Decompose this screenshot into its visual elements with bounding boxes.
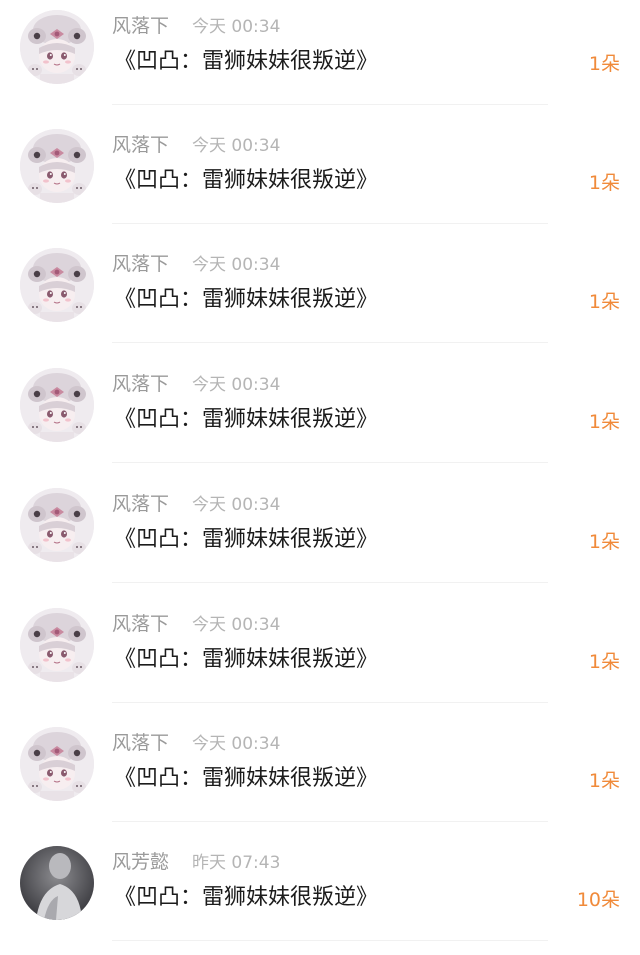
row-divider xyxy=(112,821,548,822)
book-title-link[interactable]: 《凹凸：雷狮妹妹很叛逆》 xyxy=(114,883,378,913)
comment-row[interactable]: 风落下 今天 00:34 《凹凸：雷狮妹妹很叛逆》 1朵 xyxy=(0,598,640,717)
avatar[interactable] xyxy=(20,129,94,203)
timestamp: 今天 00:34 xyxy=(192,375,281,395)
row-divider xyxy=(112,223,548,224)
book-title-link[interactable]: 《凹凸：雷狮妹妹很叛逆》 xyxy=(114,405,378,435)
flower-count: 1朵 xyxy=(588,651,620,673)
comment-row[interactable]: 风芳懿 昨天 07:43 《凹凸：雷狮妹妹很叛逆》 10朵 xyxy=(0,836,640,955)
username[interactable]: 风芳懿 xyxy=(112,850,169,874)
book-title-link[interactable]: 《凹凸：雷狮妹妹很叛逆》 xyxy=(114,645,378,675)
timestamp: 今天 00:34 xyxy=(192,495,281,515)
username[interactable]: 风落下 xyxy=(112,731,169,755)
book-title-link[interactable]: 《凹凸：雷狮妹妹很叛逆》 xyxy=(114,285,378,315)
comment-row[interactable]: 风落下 今天 00:34 《凹凸：雷狮妹妹很叛逆》 1朵 xyxy=(0,717,640,836)
timestamp: 今天 00:34 xyxy=(192,17,281,37)
comment-list: 风落下 今天 00:34 《凹凸：雷狮妹妹很叛逆》 1朵 风落下 今天 00:34 《凹凸：… xyxy=(0,0,640,941)
row-divider xyxy=(112,104,548,105)
flower-count: 1朵 xyxy=(588,291,620,313)
dark-photo-avatar-icon xyxy=(20,846,94,920)
anime-girl-avatar-icon xyxy=(20,488,94,562)
flower-count: 1朵 xyxy=(588,172,620,194)
anime-girl-avatar-icon xyxy=(20,129,94,203)
username[interactable]: 风落下 xyxy=(112,492,169,516)
avatar[interactable] xyxy=(20,368,94,442)
flower-count: 1朵 xyxy=(588,411,620,433)
book-title-link[interactable]: 《凹凸：雷狮妹妹很叛逆》 xyxy=(114,525,378,555)
anime-girl-avatar-icon xyxy=(20,368,94,442)
avatar[interactable] xyxy=(20,727,94,801)
anime-girl-avatar-icon xyxy=(20,727,94,801)
timestamp: 今天 00:34 xyxy=(192,255,281,275)
row-divider xyxy=(112,342,548,343)
comment-row[interactable]: 风落下 今天 00:34 《凹凸：雷狮妹妹很叛逆》 1朵 xyxy=(0,478,640,597)
flower-count: 1朵 xyxy=(588,770,620,792)
avatar[interactable] xyxy=(20,10,94,84)
comment-row[interactable]: 风落下 今天 00:34 《凹凸：雷狮妹妹很叛逆》 1朵 xyxy=(0,238,640,357)
flower-count: 1朵 xyxy=(588,53,620,75)
avatar[interactable] xyxy=(20,608,94,682)
username[interactable]: 风落下 xyxy=(112,612,169,636)
anime-girl-avatar-icon xyxy=(20,608,94,682)
timestamp: 今天 00:34 xyxy=(192,734,281,754)
row-divider xyxy=(112,462,548,463)
comment-row[interactable]: 风落下 今天 00:34 《凹凸：雷狮妹妹很叛逆》 1朵 xyxy=(0,358,640,477)
book-title-link[interactable]: 《凹凸：雷狮妹妹很叛逆》 xyxy=(114,166,378,196)
timestamp: 今天 00:34 xyxy=(192,136,281,156)
anime-girl-avatar-icon xyxy=(20,248,94,322)
username[interactable]: 风落下 xyxy=(112,133,169,157)
username[interactable]: 风落下 xyxy=(112,14,169,38)
timestamp: 今天 00:34 xyxy=(192,615,281,635)
comment-row[interactable]: 风落下 今天 00:34 《凹凸：雷狮妹妹很叛逆》 1朵 xyxy=(0,0,640,119)
flower-count: 10朵 xyxy=(576,889,620,911)
avatar[interactable] xyxy=(20,846,94,920)
row-divider xyxy=(112,940,548,941)
book-title-link[interactable]: 《凹凸：雷狮妹妹很叛逆》 xyxy=(114,764,378,794)
avatar[interactable] xyxy=(20,488,94,562)
comment-row[interactable]: 风落下 今天 00:34 《凹凸：雷狮妹妹很叛逆》 1朵 xyxy=(0,119,640,238)
row-divider xyxy=(112,582,548,583)
username[interactable]: 风落下 xyxy=(112,252,169,276)
flower-count: 1朵 xyxy=(588,531,620,553)
row-divider xyxy=(112,702,548,703)
avatar[interactable] xyxy=(20,248,94,322)
timestamp: 昨天 07:43 xyxy=(192,853,281,873)
anime-girl-avatar-icon xyxy=(20,10,94,84)
username[interactable]: 风落下 xyxy=(112,372,169,396)
book-title-link[interactable]: 《凹凸：雷狮妹妹很叛逆》 xyxy=(114,47,378,77)
